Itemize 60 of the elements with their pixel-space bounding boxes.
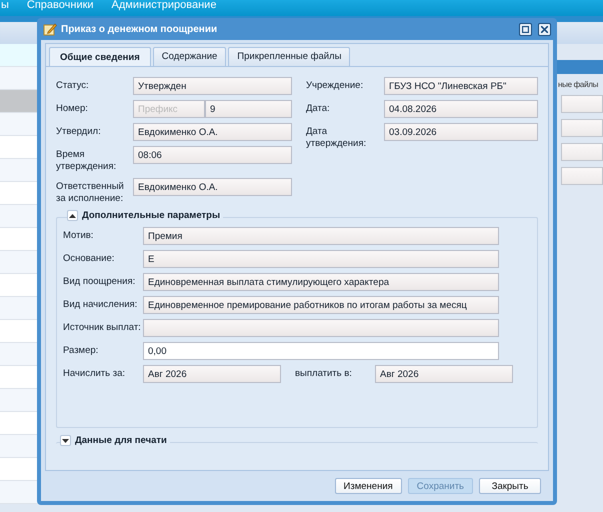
tab[interactable]: ные файлы — [557, 80, 598, 89]
table-row[interactable] — [0, 366, 40, 389]
input-field[interactable] — [561, 167, 603, 185]
table-row[interactable] — [0, 251, 40, 274]
table-row[interactable] — [0, 67, 40, 90]
table-row[interactable] — [0, 228, 40, 251]
close-button[interactable] — [538, 22, 551, 36]
tab[interactable]: Содержание — [152, 47, 226, 66]
maximize-button[interactable] — [519, 22, 532, 36]
tab[interactable]: Прикрепленные файлы — [228, 47, 350, 66]
field-label: Основание: — [63, 252, 116, 265]
field-label: Начислить за: — [63, 367, 126, 380]
table-row[interactable] — [0, 205, 40, 228]
dialog-button[interactable]: Закрыть — [479, 478, 541, 494]
table-row[interactable] — [0, 320, 40, 343]
table-row[interactable] — [0, 274, 40, 297]
field-label: Номер: — [56, 102, 89, 115]
field-label: Вид поощрения: — [63, 275, 136, 288]
field-label: Размер: — [63, 344, 100, 357]
toggle-button[interactable] — [67, 210, 78, 221]
table-row[interactable] — [0, 458, 40, 481]
table-row[interactable] — [0, 343, 40, 366]
field-label: Статус: — [56, 79, 90, 92]
field-label: Вид начисления: — [63, 298, 138, 311]
table-row[interactable] — [0, 297, 40, 320]
field-label: выплатить в: — [294, 367, 353, 381]
table-row[interactable] — [0, 90, 40, 113]
field-label: Утвердил: — [56, 125, 102, 138]
close-icon — [541, 26, 548, 32]
field-label: Учреждение: — [306, 79, 364, 92]
section-title: Дополнительные параметры — [82, 210, 220, 221]
panel-header — [557, 60, 603, 74]
window-icon — [522, 26, 529, 32]
window-title: Приказ о денежном поощрении — [61, 24, 218, 34]
toggle-button[interactable] — [60, 435, 71, 446]
pencil-icon — [43, 22, 57, 36]
table-row[interactable] — [0, 182, 40, 205]
field-label: Источник выплат: — [63, 321, 142, 334]
table-row[interactable] — [0, 159, 40, 182]
field-label: Дата утверждения: — [306, 125, 368, 150]
input-field[interactable] — [561, 95, 603, 113]
table-row[interactable] — [0, 113, 40, 136]
table-row[interactable] — [0, 481, 40, 504]
field-label: Дата: — [306, 102, 331, 115]
table-row[interactable] — [0, 389, 40, 412]
field-label: Ответственный за исполнение: — [56, 180, 125, 205]
input-field[interactable] — [561, 143, 603, 161]
collapse-icon — [69, 214, 76, 218]
table-row[interactable] — [0, 136, 40, 159]
table-row[interactable] — [0, 44, 40, 67]
field-label: Время утверждения: — [56, 148, 118, 173]
input-field[interactable]: 0,00 — [143, 342, 499, 360]
section-title: Данные для печати — [75, 435, 167, 446]
table-row[interactable] — [0, 412, 40, 435]
table-row[interactable] — [0, 435, 40, 458]
field-label: Мотив: — [63, 229, 94, 242]
tab[interactable]: Общие сведения — [49, 47, 151, 66]
expand-icon — [62, 438, 69, 442]
input-field[interactable] — [561, 119, 603, 137]
dialog-button[interactable]: Изменения — [334, 478, 402, 494]
